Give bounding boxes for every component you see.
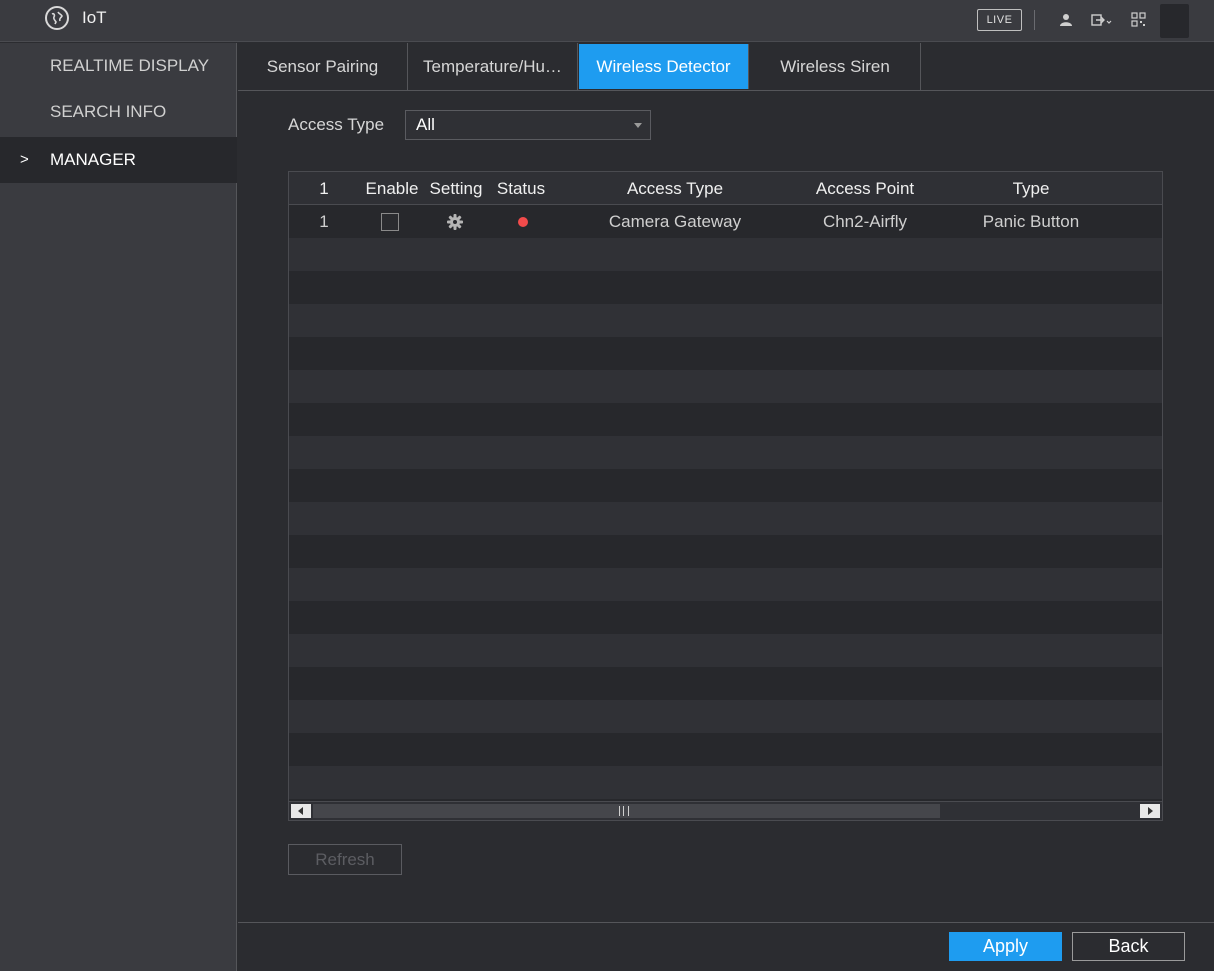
sidebar-item-realtime-display[interactable]: REALTIME DISPLAY xyxy=(0,43,237,89)
column-header-enable[interactable]: Enable xyxy=(361,172,423,205)
empty-row xyxy=(289,238,1162,271)
gear-icon[interactable] xyxy=(446,213,464,231)
tab-sensor-pairing[interactable]: Sensor Pairing xyxy=(238,43,408,90)
empty-row xyxy=(289,502,1162,535)
empty-row xyxy=(289,337,1162,370)
tab-wireless-siren[interactable]: Wireless Siren xyxy=(750,43,921,90)
qr-code-icon[interactable] xyxy=(1130,11,1148,29)
dropdown-arrow-icon xyxy=(634,123,642,128)
access-type-value: All xyxy=(416,115,435,134)
column-header-access-point[interactable]: Access Point xyxy=(779,172,951,205)
user-icon[interactable] xyxy=(1057,11,1075,29)
table-header: 1 Enable Setting Status Access Type Acce… xyxy=(289,172,1162,205)
chevron-right-icon: > xyxy=(20,151,29,168)
sidebar-item-label: REALTIME DISPLAY xyxy=(50,56,210,75)
empty-row xyxy=(289,370,1162,403)
empty-row xyxy=(289,403,1162,436)
column-header-index[interactable]: 1 xyxy=(289,172,359,205)
empty-row xyxy=(289,568,1162,601)
menu-toggle-button[interactable] xyxy=(1160,4,1189,38)
footer-divider xyxy=(238,922,1214,923)
column-header-setting[interactable]: Setting xyxy=(425,172,487,205)
column-header-type[interactable]: Type xyxy=(951,172,1111,205)
apply-button[interactable]: Apply xyxy=(949,932,1062,961)
refresh-button[interactable]: Refresh xyxy=(288,844,402,875)
top-bar: IoT LIVE xyxy=(0,0,1214,42)
column-header-access-type[interactable]: Access Type xyxy=(561,172,789,205)
empty-row xyxy=(289,667,1162,700)
sidebar-item-label: MANAGER xyxy=(50,150,136,169)
table-row[interactable]: 1 Camera Gateway Chn2-Airfly Panic Butto… xyxy=(289,205,1162,238)
scroll-left-button[interactable] xyxy=(291,804,311,818)
scroll-right-button[interactable] xyxy=(1140,804,1160,818)
row-access-point: Chn2-Airfly xyxy=(822,212,908,231)
empty-row xyxy=(289,733,1162,766)
globe-icon xyxy=(45,6,69,30)
back-button[interactable]: Back xyxy=(1072,932,1185,961)
detector-table: 1 Enable Setting Status Access Type Acce… xyxy=(288,171,1163,821)
tab-temperature-humidity[interactable]: Temperature/Hu… xyxy=(408,43,578,90)
row-type: Panic Button xyxy=(982,212,1080,231)
access-type-label: Access Type xyxy=(288,115,385,134)
empty-row xyxy=(289,469,1162,502)
empty-row xyxy=(289,436,1162,469)
empty-row xyxy=(289,271,1162,304)
empty-row xyxy=(289,601,1162,634)
logout-icon[interactable] xyxy=(1090,11,1114,29)
toolbar-divider xyxy=(1034,10,1035,30)
enable-checkbox[interactable] xyxy=(381,213,399,231)
row-access-type: Camera Gateway xyxy=(608,212,742,231)
empty-row xyxy=(289,304,1162,337)
empty-row xyxy=(289,700,1162,733)
column-header-status[interactable]: Status xyxy=(489,172,553,205)
tab-bar: Sensor Pairing Temperature/Hu… Wireless … xyxy=(238,43,1214,91)
status-indicator xyxy=(518,217,528,227)
grip-icon xyxy=(619,806,629,816)
empty-row xyxy=(289,766,1162,799)
empty-row xyxy=(289,634,1162,667)
live-button[interactable]: LIVE xyxy=(977,9,1022,31)
sidebar-item-manager[interactable]: > MANAGER xyxy=(0,137,237,183)
horizontal-scrollbar[interactable] xyxy=(289,801,1162,820)
row-index: 1 xyxy=(319,212,329,231)
access-type-select[interactable]: All xyxy=(405,110,651,140)
sidebar-item-label: SEARCH INFO xyxy=(50,102,167,121)
tab-wireless-detector[interactable]: Wireless Detector xyxy=(579,44,749,89)
sidebar-item-search-info[interactable]: SEARCH INFO xyxy=(0,89,237,135)
scrollbar-thumb[interactable] xyxy=(313,804,940,818)
empty-row xyxy=(289,535,1162,568)
sidebar: REALTIME DISPLAY SEARCH INFO > MANAGER xyxy=(0,43,237,971)
app-title: IoT xyxy=(82,8,107,27)
